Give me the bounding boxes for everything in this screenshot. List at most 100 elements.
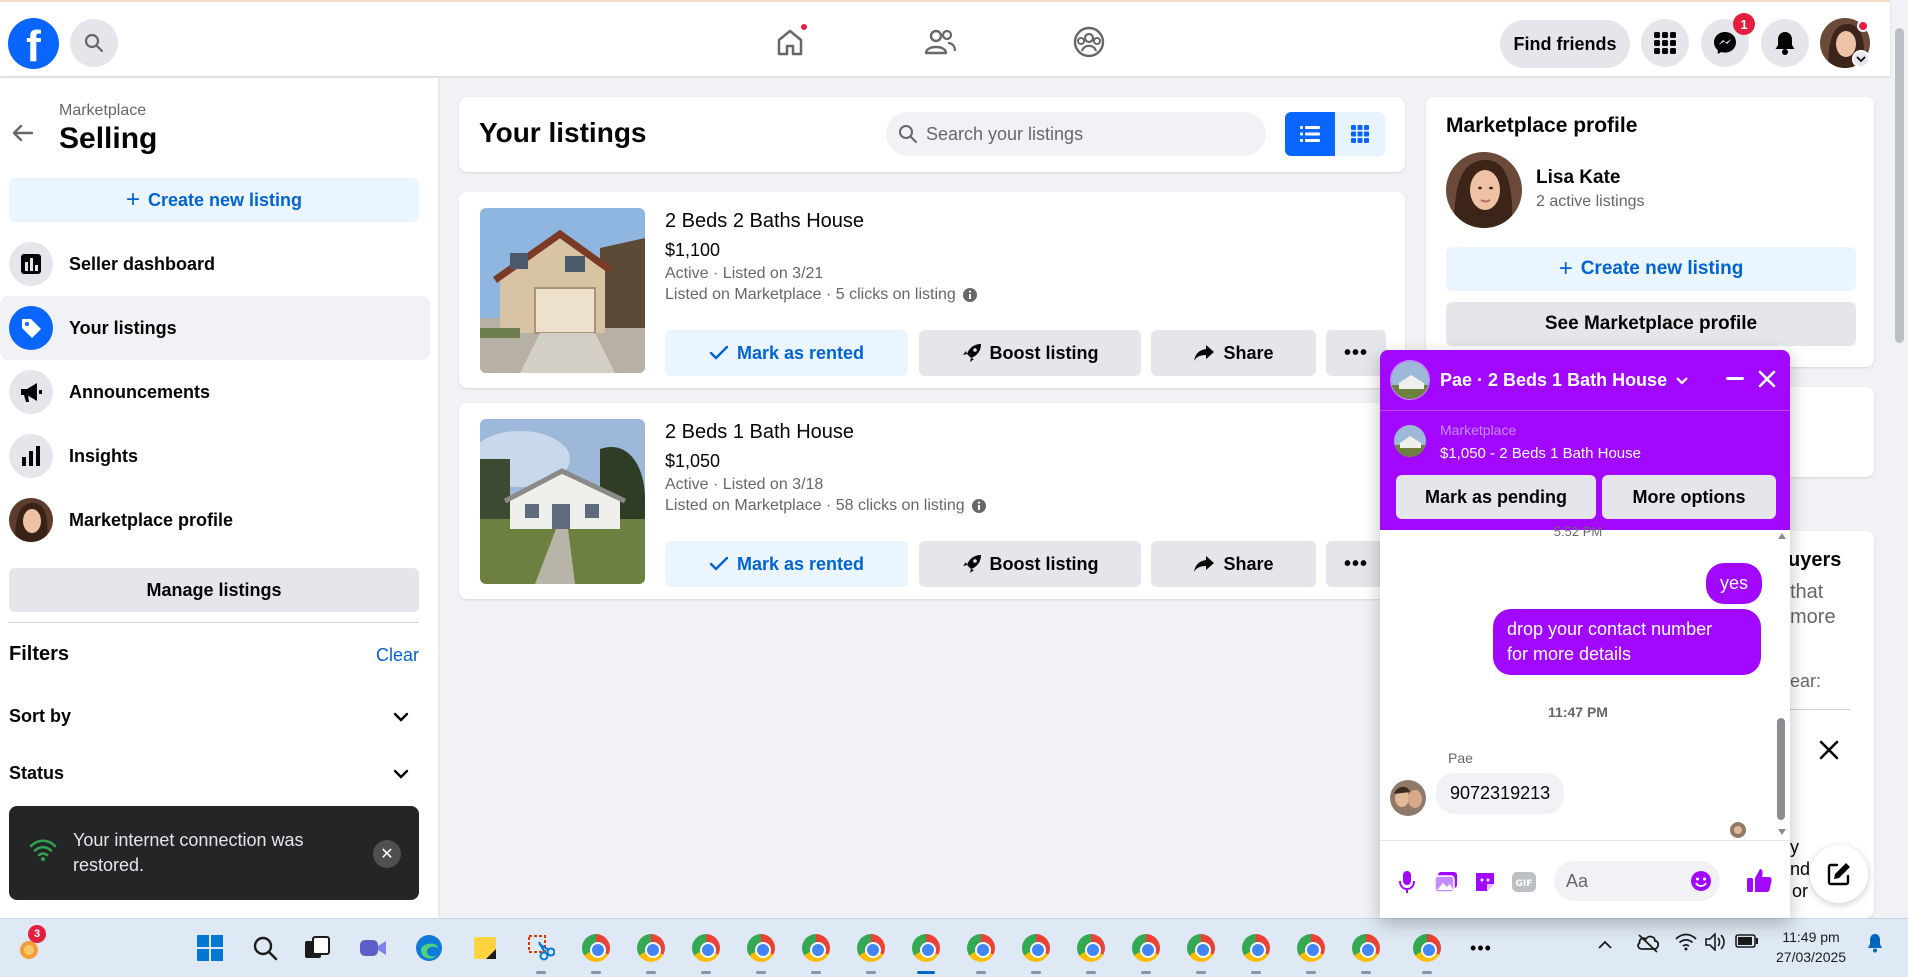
taskbar-search-button[interactable] (248, 931, 282, 965)
listing-title[interactable]: 2 Beds 2 Baths House (665, 210, 864, 233)
chrome-window[interactable] (1410, 931, 1444, 974)
create-listing-button[interactable]: + Create new listing (1446, 247, 1856, 291)
close-chat-button[interactable] (1752, 364, 1782, 394)
boost-listing-button[interactable]: Boost listing (919, 330, 1141, 376)
chat-scroll-thumb[interactable] (1777, 718, 1785, 820)
avatar[interactable] (1446, 152, 1522, 228)
chrome-window-active[interactable] (909, 931, 943, 974)
clear-filters-link[interactable]: Clear (376, 645, 419, 666)
listing-photo[interactable] (480, 208, 645, 373)
chrome-window[interactable] (744, 931, 778, 974)
more-options-button[interactable]: ••• (1326, 330, 1386, 376)
nav-groups-button[interactable] (1069, 22, 1109, 62)
search-listings-input[interactable] (926, 123, 1246, 145)
voice-clip-button[interactable] (1394, 869, 1420, 895)
outgoing-message[interactable]: drop your contact number for more detail… (1493, 609, 1761, 675)
teams-app[interactable] (356, 931, 390, 965)
chrome-window[interactable] (964, 931, 998, 974)
manage-listings-button[interactable]: Manage listings (9, 568, 419, 612)
more-apps-button[interactable]: ••• (1464, 931, 1498, 965)
see-profile-button[interactable]: See Marketplace profile (1446, 302, 1856, 346)
sidebar-item-announcements[interactable]: Announcements (0, 360, 430, 424)
grid-view-button[interactable] (1335, 112, 1385, 156)
nav-friends-button[interactable] (920, 22, 960, 62)
mark-as-rented-button[interactable]: Mark as rented (665, 541, 908, 587)
minimize-chat-button[interactable] (1720, 364, 1750, 394)
notifications-button[interactable] (1761, 19, 1809, 67)
listing-thumbnail[interactable] (1394, 425, 1426, 457)
mark-as-rented-button[interactable]: Mark as rented (665, 330, 908, 376)
widgets-button[interactable]: 3 (12, 925, 46, 965)
dismiss-card-button[interactable] (1812, 733, 1846, 767)
attach-photo-button[interactable] (1433, 869, 1459, 895)
edge-app[interactable] (412, 931, 446, 965)
sidebar-item-seller-dashboard[interactable]: Seller dashboard (0, 232, 430, 296)
chrome-window[interactable] (1349, 931, 1383, 974)
sort-by-filter[interactable]: Sort by (9, 706, 409, 727)
dashboard-icon (21, 254, 41, 274)
search-button[interactable] (70, 19, 118, 67)
chrome-window[interactable] (1184, 931, 1218, 974)
sidebar-item-insights[interactable]: Insights (0, 424, 430, 488)
notification-center-button[interactable] (1866, 933, 1884, 956)
chrome-window[interactable] (689, 931, 723, 974)
cloud-status[interactable] (1636, 932, 1660, 957)
sticky-notes-app[interactable] (468, 931, 502, 965)
facebook-logo[interactable]: f (8, 18, 59, 69)
profile-name[interactable]: Lisa Kate (1536, 167, 1620, 189)
list-view-button[interactable] (1285, 112, 1335, 156)
sticker-button[interactable] (1472, 869, 1498, 895)
listing-photo[interactable] (480, 419, 645, 584)
battery-status[interactable] (1735, 933, 1759, 952)
network-status[interactable] (1675, 933, 1697, 954)
more-options-button[interactable]: More options (1602, 475, 1776, 519)
mark-as-pending-button[interactable]: Mark as pending (1396, 475, 1596, 519)
start-button[interactable] (193, 931, 227, 965)
emoji-icon[interactable] (1690, 870, 1712, 892)
messenger-button[interactable]: 1 (1701, 13, 1755, 67)
new-message-button[interactable] (1810, 845, 1868, 903)
volume-control[interactable] (1705, 932, 1727, 954)
listing-summary[interactable]: $1,050 - 2 Beds 1 Bath House (1440, 445, 1641, 462)
chrome-window[interactable] (1074, 931, 1108, 974)
show-hidden-icons-button[interactable] (1597, 937, 1613, 953)
chrome-window[interactable] (579, 931, 613, 974)
more-options-button[interactable]: ••• (1326, 541, 1386, 587)
page-scroll-thumb[interactable] (1895, 28, 1904, 343)
sidebar-item-your-listings[interactable]: Your listings (0, 296, 430, 360)
chat-title[interactable]: Pae · 2 Beds 1 Bath House (1440, 370, 1689, 391)
find-friends-button[interactable]: Find friends (1500, 20, 1630, 68)
outgoing-message[interactable]: yes (1705, 563, 1762, 604)
nav-home-button[interactable] (770, 22, 810, 62)
back-button[interactable] (8, 118, 38, 148)
sidebar-item-marketplace-profile[interactable]: Marketplace profile (0, 488, 430, 552)
chrome-window[interactable] (1019, 931, 1053, 974)
chrome-window[interactable] (1239, 931, 1273, 974)
share-button[interactable]: Share (1151, 541, 1316, 587)
incoming-message[interactable]: 9072319213 (1436, 773, 1565, 814)
snipping-tool-app[interactable] (524, 931, 558, 974)
create-listing-button[interactable]: + Create new listing (9, 178, 419, 222)
message-input[interactable] (1566, 870, 1676, 892)
info-icon[interactable] (971, 498, 987, 514)
share-button[interactable]: Share (1151, 330, 1316, 376)
listing-title[interactable]: 2 Beds 1 Bath House (665, 421, 854, 444)
status-filter[interactable]: Status (9, 763, 409, 784)
account-menu-chevron[interactable] (1852, 50, 1870, 68)
chrome-window[interactable] (634, 931, 668, 974)
task-view-button[interactable] (300, 931, 334, 965)
info-icon[interactable] (962, 287, 978, 303)
chrome-window[interactable] (1129, 931, 1163, 974)
chrome-window[interactable] (799, 931, 833, 974)
chrome-window[interactable] (854, 931, 888, 974)
chrome-window[interactable] (1294, 931, 1328, 974)
send-like-button[interactable] (1744, 865, 1774, 895)
breadcrumb[interactable]: Marketplace (59, 102, 146, 120)
boost-listing-button[interactable]: Boost listing (919, 541, 1141, 587)
system-clock[interactable]: 11:49 pm 27/03/2025 (1776, 927, 1846, 967)
menu-button[interactable] (1641, 19, 1689, 67)
sender-avatar[interactable] (1390, 780, 1426, 816)
toast-close-button[interactable]: ✕ (373, 840, 401, 868)
chat-listing-avatar[interactable] (1390, 360, 1430, 400)
gif-button[interactable]: GIF (1511, 869, 1537, 895)
